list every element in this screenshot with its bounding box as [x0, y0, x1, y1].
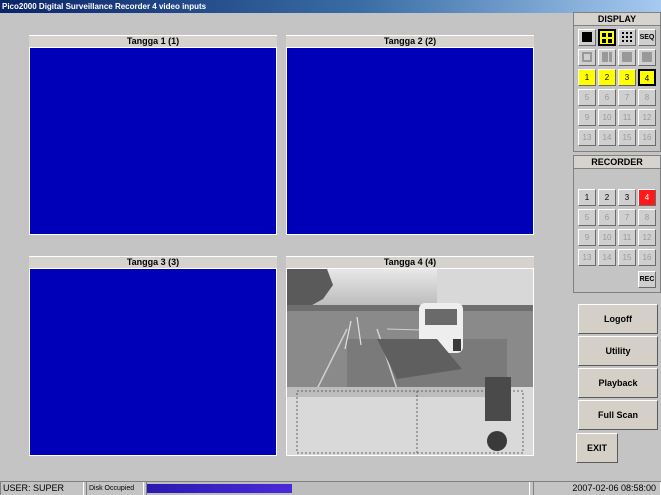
- display-channel-7[interactable]: 7: [618, 89, 636, 106]
- display-channel-9[interactable]: 9: [578, 109, 596, 126]
- display-channel-16[interactable]: 16: [638, 129, 656, 146]
- record-channel-14[interactable]: 14: [598, 249, 616, 266]
- logoff-button[interactable]: Logoff: [578, 304, 658, 334]
- single-view-icon: [582, 32, 592, 42]
- one-plus-five-icon: [582, 52, 592, 62]
- exit-button[interactable]: EXIT: [576, 433, 618, 463]
- camera-4-video-feed[interactable]: [286, 268, 534, 456]
- layout-1-plus-5-button[interactable]: [578, 49, 596, 66]
- display-channel-10[interactable]: 10: [598, 109, 616, 126]
- full-scan-button[interactable]: Full Scan: [578, 400, 658, 430]
- display-channel-1[interactable]: 1: [578, 69, 596, 86]
- utility-button[interactable]: Utility: [578, 336, 658, 366]
- display-channel-5[interactable]: 5: [578, 89, 596, 106]
- display-channel-8[interactable]: 8: [638, 89, 656, 106]
- one-plus-seven-icon: [602, 52, 612, 62]
- record-channel-2[interactable]: 2: [598, 189, 616, 206]
- nine-view-icon: [622, 32, 632, 42]
- camera-3-screen[interactable]: [29, 268, 277, 456]
- disk-usage-bar: [146, 482, 530, 495]
- record-channel-4[interactable]: 4: [638, 189, 656, 206]
- record-channel-9[interactable]: 9: [578, 229, 596, 246]
- recorder-panel: RECORDER 1 2 3 4 5 6 7 8 9 10 11 12 13 1…: [573, 155, 661, 293]
- record-channel-3[interactable]: 3: [618, 189, 636, 206]
- camera-2-screen[interactable]: [286, 47, 534, 235]
- display-panel: DISPLAY SEQ 1 2 3 4 5 6 7 8 9 10 11 12 1…: [573, 12, 661, 152]
- record-channel-15[interactable]: 15: [618, 249, 636, 266]
- one-plus-twelve-icon: [622, 52, 632, 62]
- record-channel-16[interactable]: 16: [638, 249, 656, 266]
- display-channel-2[interactable]: 2: [598, 69, 616, 86]
- camera-1-screen[interactable]: [29, 47, 277, 235]
- record-channel-1[interactable]: 1: [578, 189, 596, 206]
- camera-view-2[interactable]: Tangga 2 (2): [286, 35, 534, 235]
- display-panel-header: DISPLAY: [574, 13, 660, 26]
- layout-quad-button[interactable]: [598, 29, 616, 46]
- playback-button[interactable]: Playback: [578, 368, 658, 398]
- display-channel-12[interactable]: 12: [638, 109, 656, 126]
- quad-view-icon: [602, 33, 612, 43]
- sequence-button[interactable]: SEQ: [638, 29, 656, 46]
- display-channel-4[interactable]: 4: [638, 69, 656, 86]
- record-channel-8[interactable]: 8: [638, 209, 656, 226]
- disk-label: Disk Occupied: [86, 482, 144, 495]
- layout-single-button[interactable]: [578, 29, 596, 46]
- layout-1-plus-7-button[interactable]: [598, 49, 616, 66]
- display-channel-14[interactable]: 14: [598, 129, 616, 146]
- rec-button[interactable]: REC: [638, 271, 656, 288]
- user-status: USER: SUPER: [0, 482, 84, 495]
- date-time: 2007-02-06 08:58:00: [533, 482, 661, 495]
- layout-1-plus-12-button[interactable]: [618, 49, 636, 66]
- display-channel-3[interactable]: 3: [618, 69, 636, 86]
- record-channel-7[interactable]: 7: [618, 209, 636, 226]
- display-channel-6[interactable]: 6: [598, 89, 616, 106]
- record-channel-6[interactable]: 6: [598, 209, 616, 226]
- camera-view-1[interactable]: Tangga 1 (1): [29, 35, 277, 235]
- layout-nine-button[interactable]: [618, 29, 636, 46]
- display-channel-15[interactable]: 15: [618, 129, 636, 146]
- display-channel-11[interactable]: 11: [618, 109, 636, 126]
- record-channel-5[interactable]: 5: [578, 209, 596, 226]
- record-channel-11[interactable]: 11: [618, 229, 636, 246]
- sixteen-view-icon: [642, 52, 652, 62]
- display-channel-13[interactable]: 13: [578, 129, 596, 146]
- camera-view-3[interactable]: Tangga 3 (3): [29, 256, 277, 456]
- record-channel-13[interactable]: 13: [578, 249, 596, 266]
- layout-sixteen-button[interactable]: [638, 49, 656, 66]
- status-bar: USER: SUPER Disk Occupied 2007-02-06 08:…: [0, 481, 661, 495]
- record-channel-10[interactable]: 10: [598, 229, 616, 246]
- parking-lot-video-frame: [287, 269, 533, 455]
- disk-usage-fill: [147, 484, 293, 493]
- window-title: Pico2000 Digital Surveillance Recorder 4…: [0, 0, 661, 13]
- record-channel-12[interactable]: 12: [638, 229, 656, 246]
- camera-view-4[interactable]: Tangga 4 (4): [286, 256, 534, 456]
- recorder-panel-header: RECORDER: [574, 156, 660, 169]
